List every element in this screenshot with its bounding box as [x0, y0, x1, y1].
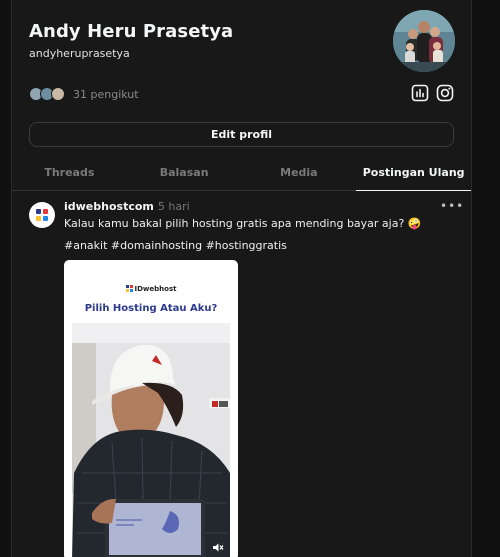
post-author-avatar[interactable]	[29, 202, 55, 228]
instagram-icon[interactable]	[435, 83, 455, 103]
tab-threads[interactable]: Threads	[12, 160, 127, 190]
post-tags[interactable]: #anakit #domainhosting #hostinggratis	[64, 239, 287, 252]
edit-profile-button[interactable]: Edit profil	[29, 122, 454, 147]
media-brand-label: IDwebhost	[134, 285, 177, 293]
post-time[interactable]: 5 hari	[158, 200, 190, 213]
profile-tabs: Threads Balasan Media Postingan Ulang	[12, 160, 471, 191]
idwebhost-logo-icon	[36, 209, 48, 221]
post-author[interactable]: idwebhostcom	[64, 200, 154, 213]
post-header: idwebhostcom 5 hari	[64, 200, 190, 213]
mute-icon[interactable]	[211, 539, 224, 552]
profile-avatar[interactable]	[393, 10, 455, 72]
profile-photo	[393, 10, 455, 72]
followers-row[interactable]: 31 pengikut	[29, 85, 139, 103]
profile-panel: Andy Heru Prasetya andyheruprasetya 31 p…	[11, 0, 472, 557]
follower-avatar	[51, 87, 65, 101]
more-options-icon[interactable]: •••	[440, 199, 464, 213]
post-media[interactable]: IDwebhost Pilih Hosting Atau Aku?	[64, 260, 238, 557]
profile-username: andyheruprasetya	[29, 47, 130, 60]
tab-postingan-ulang[interactable]: Postingan Ulang	[356, 160, 471, 191]
bar-chart-icon[interactable]	[410, 83, 430, 103]
media-photo	[72, 323, 230, 557]
media-brand: IDwebhost	[64, 285, 238, 293]
idwebhost-logo-icon	[125, 285, 133, 292]
tab-balasan[interactable]: Balasan	[127, 160, 242, 190]
followers-count: 31 pengikut	[73, 87, 139, 101]
media-title: Pilih Hosting Atau Aku?	[84, 303, 218, 314]
profile-name: Andy Heru Prasetya	[29, 21, 234, 42]
post-text: Kalau kamu bakal pilih hosting gratis ap…	[64, 217, 422, 230]
tab-media[interactable]: Media	[242, 160, 357, 190]
